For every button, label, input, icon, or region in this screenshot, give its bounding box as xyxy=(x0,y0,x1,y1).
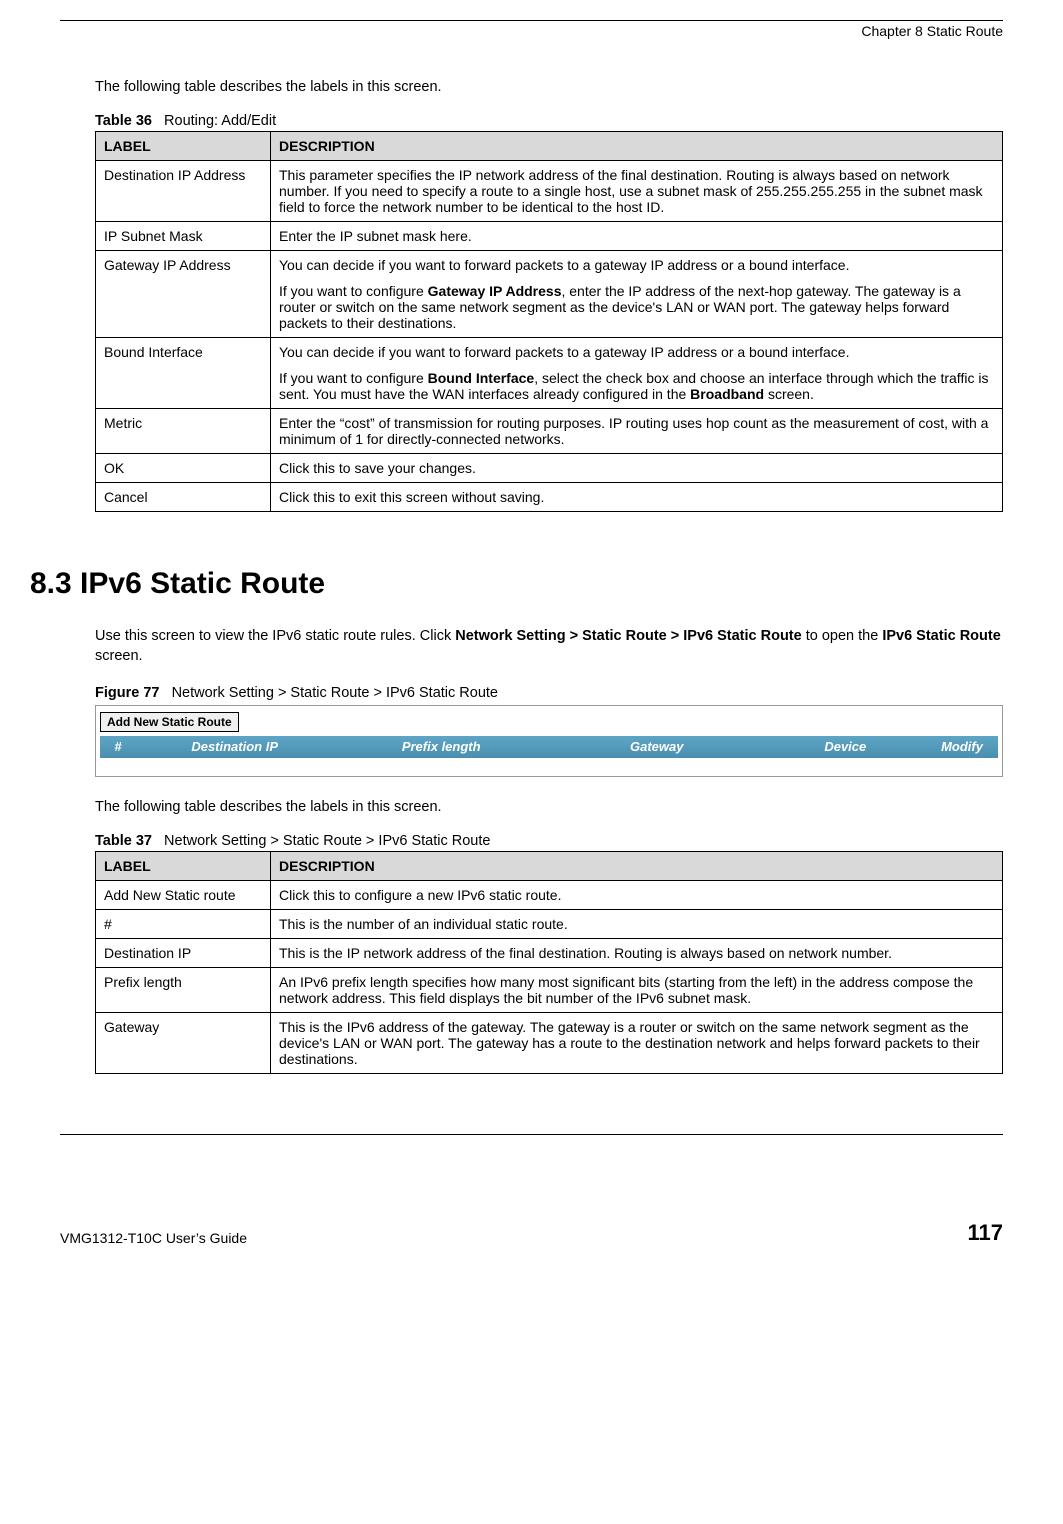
figure77-caption: Figure 77 Network Setting > Static Route… xyxy=(95,685,1003,701)
cell-label: Prefix length xyxy=(96,967,271,1012)
table37-caption: Table 37 Network Setting > Static Route … xyxy=(95,833,1003,849)
cell-label: Add New Static route xyxy=(96,880,271,909)
th-desc: DESCRIPTION xyxy=(271,132,1003,161)
cell-desc-p2: If you want to configure Gateway IP Addr… xyxy=(279,283,994,331)
cell-desc: This is the IP network address of the fi… xyxy=(271,938,1003,967)
footer-guide-name: VMG1312-T10C User’s Guide xyxy=(60,1230,247,1246)
cell-desc: This parameter specifies the IP network … xyxy=(271,161,1003,222)
col-header-num: # xyxy=(100,737,136,756)
cell-desc: You can decide if you want to forward pa… xyxy=(271,338,1003,409)
col-header-device: Device xyxy=(764,737,926,756)
cell-label: Destination IP Address xyxy=(96,161,271,222)
cell-label: Bound Interface xyxy=(96,338,271,409)
cell-desc: Click this to save your changes. xyxy=(271,454,1003,483)
table-row: Gateway This is the IPv6 address of the … xyxy=(96,1012,1003,1073)
table37: LABEL DESCRIPTION Add New Static route C… xyxy=(95,851,1003,1074)
cell-label: IP Subnet Mask xyxy=(96,222,271,251)
table-row: Gateway IP Address You can decide if you… xyxy=(96,251,1003,338)
table-row: Bound Interface You can decide if you wa… xyxy=(96,338,1003,409)
cell-label: # xyxy=(96,909,271,938)
page-number: 117 xyxy=(968,1220,1004,1246)
table-row: Cancel Click this to exit this screen wi… xyxy=(96,483,1003,512)
table-row: IP Subnet Mask Enter the IP subnet mask … xyxy=(96,222,1003,251)
table36: LABEL DESCRIPTION Destination IP Address… xyxy=(95,131,1003,512)
chapter-header: Chapter 8 Static Route xyxy=(60,23,1003,39)
cell-desc-p2: If you want to configure Bound Interface… xyxy=(279,370,994,402)
table36-caption-text: Routing: Add/Edit xyxy=(164,113,276,129)
col-header-modify: Modify xyxy=(926,737,998,756)
ipv6-table-header: # Destination IP Prefix length Gateway D… xyxy=(100,736,998,758)
table-row: Metric Enter the “cost” of transmission … xyxy=(96,409,1003,454)
cell-label: OK xyxy=(96,454,271,483)
table-row: OK Click this to save your changes. xyxy=(96,454,1003,483)
th-label: LABEL xyxy=(96,851,271,880)
figure77-label: Figure 77 xyxy=(95,685,159,701)
col-header-gateway: Gateway xyxy=(549,737,765,756)
cell-desc: This is the number of an individual stat… xyxy=(271,909,1003,938)
table-header-row: LABEL DESCRIPTION xyxy=(96,132,1003,161)
table-row: Destination IP Address This parameter sp… xyxy=(96,161,1003,222)
page-footer: VMG1312-T10C User’s Guide 117 xyxy=(60,1215,1003,1246)
table-row: # This is the number of an individual st… xyxy=(96,909,1003,938)
cell-desc: Enter the “cost” of transmission for rou… xyxy=(271,409,1003,454)
table-row: Destination IP This is the IP network ad… xyxy=(96,938,1003,967)
cell-desc-p1: You can decide if you want to forward pa… xyxy=(279,257,994,273)
cell-label: Cancel xyxy=(96,483,271,512)
footer-rule xyxy=(60,1134,1003,1135)
table37-caption-label: Table 37 xyxy=(95,833,152,849)
table37-caption-text: Network Setting > Static Route > IPv6 St… xyxy=(164,833,490,849)
cell-label: Destination IP xyxy=(96,938,271,967)
figure77-screenshot: Add New Static Route # Destination IP Pr… xyxy=(95,705,1003,777)
cell-desc: You can decide if you want to forward pa… xyxy=(271,251,1003,338)
col-header-dest: Destination IP xyxy=(136,737,334,756)
cell-label: Gateway xyxy=(96,1012,271,1073)
cell-desc: Enter the IP subnet mask here. xyxy=(271,222,1003,251)
table-row: Add New Static route Click this to confi… xyxy=(96,880,1003,909)
table36-caption-label: Table 36 xyxy=(95,113,152,129)
table36-caption: Table 36 Routing: Add/Edit xyxy=(95,113,1003,129)
table-row: Prefix length An IPv6 prefix length spec… xyxy=(96,967,1003,1012)
cell-desc: Click this to configure a new IPv6 stati… xyxy=(271,880,1003,909)
cell-desc: This is the IPv6 address of the gateway.… xyxy=(271,1012,1003,1073)
intro-text-1: The following table describes the labels… xyxy=(95,79,1003,95)
header-rule xyxy=(60,20,1003,21)
col-header-prefix: Prefix length xyxy=(333,737,549,756)
th-desc: DESCRIPTION xyxy=(271,851,1003,880)
table-header-row: LABEL DESCRIPTION xyxy=(96,851,1003,880)
figure77-text: Network Setting > Static Route > IPv6 St… xyxy=(172,685,498,701)
section-body-text: Use this screen to view the IPv6 static … xyxy=(95,626,1003,667)
add-new-static-route-button[interactable]: Add New Static Route xyxy=(100,712,239,732)
intro-text-2: The following table describes the labels… xyxy=(95,799,1003,815)
cell-desc: Click this to exit this screen without s… xyxy=(271,483,1003,512)
cell-desc: An IPv6 prefix length specifies how many… xyxy=(271,967,1003,1012)
cell-desc-p1: You can decide if you want to forward pa… xyxy=(279,344,994,360)
th-label: LABEL xyxy=(96,132,271,161)
cell-label: Metric xyxy=(96,409,271,454)
cell-label: Gateway IP Address xyxy=(96,251,271,338)
section-heading-8-3: 8.3 IPv6 Static Route xyxy=(30,567,1003,601)
